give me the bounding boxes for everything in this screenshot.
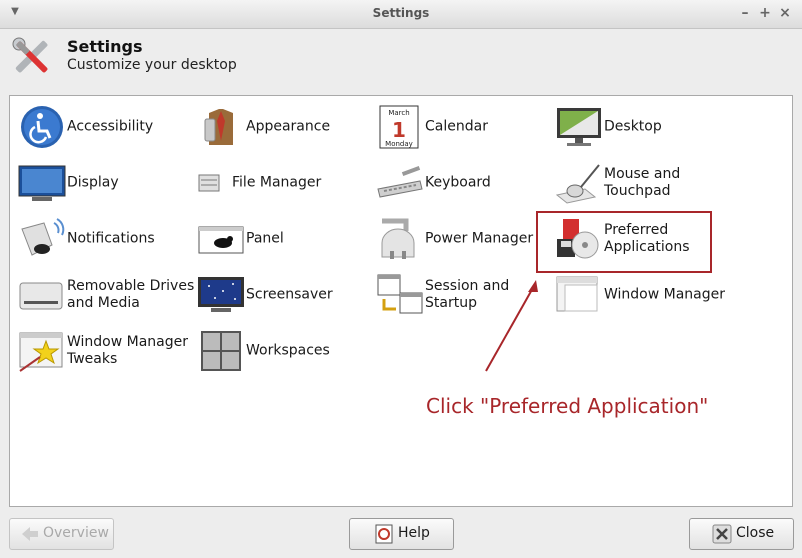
window-manager-icon — [556, 276, 598, 312]
accessibility-icon — [21, 106, 63, 148]
item-label: Workspaces — [246, 342, 330, 359]
power-plug-icon — [381, 218, 415, 259]
item-label: Window Manager Tweaks — [67, 334, 189, 367]
close-window-icon[interactable]: × — [776, 4, 794, 22]
help-button[interactable]: Help — [349, 518, 454, 550]
item-workspaces[interactable]: Workspaces — [197, 326, 367, 376]
close-button[interactable]: Close — [689, 518, 794, 550]
item-appearance[interactable]: Appearance — [197, 102, 367, 152]
back-arrow-icon — [22, 527, 38, 541]
settings-items-panel: Accessibility Appearance March 1 Monday … — [9, 95, 793, 507]
item-label: File Manager — [232, 174, 322, 191]
workspaces-icon — [201, 331, 241, 371]
item-label: Display — [67, 174, 119, 191]
item-removable-drives[interactable]: Removable Drives and Media — [18, 270, 194, 320]
screensaver-icon — [198, 277, 244, 312]
desktop-icon — [557, 108, 601, 146]
calendar-month: March — [388, 109, 409, 117]
item-window-manager-tweaks[interactable]: Window Manager Tweaks — [18, 326, 188, 376]
session-startup-icon — [377, 274, 423, 314]
item-label: Desktop — [604, 118, 662, 135]
window-title: Settings — [372, 6, 430, 20]
calendar-icon: March 1 Monday — [379, 105, 419, 149]
item-label: Notifications — [67, 230, 155, 247]
item-mouse-touchpad[interactable]: Mouse and Touchpad — [555, 158, 725, 208]
item-label: Accessibility — [67, 118, 154, 135]
window-manager-tweaks-icon — [19, 332, 63, 372]
item-desktop[interactable]: Desktop — [555, 102, 725, 152]
notifications-icon — [21, 218, 65, 256]
item-notifications[interactable]: Notifications — [18, 214, 188, 264]
annotation-arrow — [485, 280, 538, 372]
settings-header: Settings Customize your desktop — [0, 29, 802, 85]
item-power-manager[interactable]: Power Manager — [376, 214, 546, 264]
panel-icon — [198, 226, 244, 254]
appearance-icon — [204, 109, 233, 145]
settings-tools-icon — [12, 37, 48, 73]
item-accessibility[interactable]: Accessibility — [18, 102, 188, 152]
item-screensaver[interactable]: Screensaver — [197, 270, 367, 320]
item-display[interactable]: Display — [18, 158, 188, 208]
overview-button[interactable]: Overview — [9, 518, 114, 550]
item-panel[interactable]: Panel — [197, 214, 367, 264]
close-x-icon — [712, 524, 732, 544]
item-label: Appearance — [246, 118, 331, 135]
help-label: Help — [398, 525, 430, 541]
overview-label: Overview — [43, 525, 109, 541]
calendar-weekday: Monday — [385, 140, 413, 148]
item-label: Panel — [246, 230, 284, 247]
preferred-applications-highlight — [536, 211, 712, 273]
item-keyboard[interactable]: Keyboard — [376, 158, 546, 208]
item-calendar[interactable]: March 1 Monday Calendar — [376, 102, 546, 152]
drive-icon — [19, 282, 63, 310]
close-label: Close — [736, 525, 775, 541]
item-label: Keyboard — [425, 174, 491, 191]
item-label: Screensaver — [246, 286, 333, 303]
item-window-manager[interactable]: Window Manager — [555, 270, 725, 320]
maximize-icon[interactable]: + — [756, 4, 774, 22]
title-bar: ▼ Settings – + × — [0, 0, 802, 29]
header-subtitle: Customize your desktop — [67, 57, 237, 73]
mouse-icon — [555, 164, 600, 204]
help-icon — [375, 524, 393, 544]
header-title: Settings — [67, 37, 143, 56]
minimize-icon[interactable]: – — [736, 4, 754, 22]
item-label: Calendar — [425, 118, 488, 135]
item-label: Window Manager — [604, 286, 726, 303]
annotation-text: Click "Preferred Application" — [426, 394, 709, 418]
item-label: Removable Drives and Media — [67, 278, 195, 311]
keyboard-icon — [377, 166, 423, 198]
display-icon — [18, 165, 66, 201]
calendar-day: 1 — [392, 118, 406, 142]
item-label: Mouse and Touchpad — [604, 166, 681, 199]
item-file-manager[interactable]: File Manager — [197, 158, 367, 208]
